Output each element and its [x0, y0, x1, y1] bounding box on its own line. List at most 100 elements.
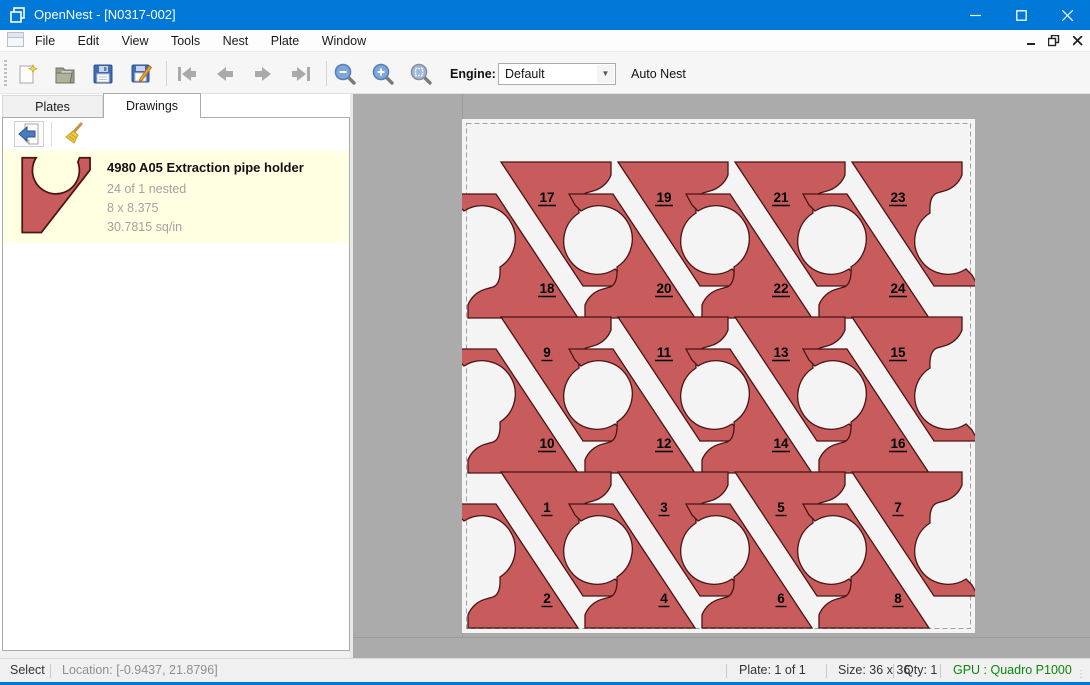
status-size: Size: 36 x 36 — [838, 663, 910, 677]
engine-label: Engine: — [450, 67, 496, 81]
status-qty: Qty: 1 — [904, 663, 937, 677]
part-number-label: 23 — [890, 190, 906, 205]
toolbar-separator — [326, 61, 327, 86]
part-number-label: 12 — [656, 436, 671, 451]
import-drawing-button[interactable] — [14, 121, 44, 147]
drawing-area: 30.7815 sq/in — [107, 220, 182, 234]
zoom-out-button[interactable] — [331, 61, 359, 87]
plate-view[interactable]: 171921231820222491113151012141613572468 — [462, 119, 975, 633]
menu-window[interactable]: Window — [313, 31, 375, 52]
toolbar-grip[interactable] — [4, 60, 7, 88]
part-number-label: 8 — [894, 591, 902, 606]
mdi-close-icon — [1073, 36, 1083, 46]
part-number-label: 6 — [777, 591, 785, 606]
new-file-button[interactable] — [13, 61, 41, 87]
panel-bottom-strip — [0, 651, 351, 658]
go-first-icon — [174, 63, 200, 85]
title-bar: OpenNest - [N0317-002] — [0, 0, 1090, 30]
last-plate-button[interactable] — [287, 61, 315, 87]
save-edit-button[interactable] — [127, 61, 155, 87]
menu-nest[interactable]: Nest — [214, 31, 258, 52]
status-separator — [50, 664, 51, 678]
tab-plates[interactable]: Plates — [2, 95, 103, 118]
resize-grip[interactable]: ⋮⋮ — [1076, 669, 1086, 679]
minimize-icon — [970, 10, 981, 21]
previous-plate-button[interactable] — [211, 61, 239, 87]
status-location: Location: [-0.9437, 21.8796] — [62, 663, 218, 677]
menu-tools[interactable]: Tools — [162, 31, 209, 52]
part-number-label: 9 — [543, 345, 551, 360]
mdi-restore-icon — [1048, 35, 1060, 47]
part-number-label: 16 — [890, 436, 906, 451]
open-file-button[interactable] — [51, 61, 79, 87]
zoom-in-icon — [371, 62, 395, 86]
go-next-icon — [250, 63, 276, 85]
mdi-close-button[interactable] — [1068, 33, 1088, 49]
menu-items: File Edit View Tools Nest Plate Window — [26, 30, 375, 51]
zoom-out-icon — [333, 62, 357, 86]
part-thumbnail — [13, 156, 101, 236]
menu-file[interactable]: File — [26, 31, 64, 52]
first-plate-button[interactable] — [173, 61, 201, 87]
go-previous-icon — [212, 63, 238, 85]
status-gpu: GPU : Quadro P1000 — [953, 663, 1072, 677]
app-icon — [10, 7, 26, 23]
menu-edit[interactable]: Edit — [69, 31, 109, 52]
status-separator — [940, 664, 941, 678]
main-toolbar: Engine: Default ▼ Auto Nest — [0, 51, 1090, 94]
status-separator — [726, 664, 727, 678]
zoom-fit-icon — [409, 62, 433, 86]
drawing-list-item[interactable]: 4980 A05 Extraction pipe holder 24 of 1 … — [3, 151, 349, 243]
drawing-title: 4980 A05 Extraction pipe holder — [107, 160, 304, 175]
close-icon — [1062, 10, 1073, 21]
close-button[interactable] — [1044, 0, 1090, 30]
part-number-label: 2 — [543, 591, 551, 606]
zoom-fit-button[interactable] — [407, 61, 435, 87]
engine-select[interactable]: Default ▼ — [498, 63, 616, 85]
go-last-icon — [288, 63, 314, 85]
canvas-guide-hline — [353, 637, 1090, 638]
status-separator — [893, 664, 894, 678]
menu-bar: File Edit View Tools Nest Plate Window — [0, 30, 1090, 51]
save-icon — [91, 62, 115, 86]
nest-canvas[interactable]: 171921231820222491113151012141613572468 — [353, 94, 1090, 658]
part-number-label: 11 — [657, 345, 672, 360]
auto-nest-button[interactable]: Auto Nest — [631, 67, 686, 81]
mdi-minimize-button[interactable] — [1022, 33, 1042, 49]
part-number-label: 10 — [539, 436, 554, 451]
part-number-label: 21 — [773, 190, 789, 205]
clean-button[interactable] — [59, 121, 89, 147]
new-file-icon — [15, 62, 39, 86]
status-bar: Select Location: [-0.9437, 21.8796] Plat… — [0, 658, 1090, 683]
status-plate: Plate: 1 of 1 — [739, 663, 806, 677]
drawing-size: 8 x 8.375 — [107, 201, 158, 215]
maximize-button[interactable] — [998, 0, 1044, 30]
broom-icon — [61, 122, 87, 146]
minimize-button[interactable] — [952, 0, 998, 30]
mdi-document-icon[interactable] — [7, 32, 24, 47]
zoom-in-button[interactable] — [369, 61, 397, 87]
drawings-panel: 4980 A05 Extraction pipe holder 24 of 1 … — [2, 117, 350, 651]
part-number-label: 5 — [777, 500, 785, 515]
menu-plate[interactable]: Plate — [262, 31, 309, 52]
part-number-label: 4 — [660, 591, 668, 606]
menu-view[interactable]: View — [113, 31, 158, 52]
mdi-restore-button[interactable] — [1044, 33, 1064, 49]
part-number-label: 3 — [660, 500, 668, 515]
part-number-label: 13 — [773, 345, 789, 360]
status-mode: Select — [10, 663, 45, 677]
part-number-label: 20 — [656, 281, 671, 296]
mdi-minimize-icon — [1027, 36, 1037, 46]
next-plate-button[interactable] — [249, 61, 277, 87]
tab-drawings[interactable]: Drawings — [103, 93, 201, 118]
maximize-icon — [1016, 10, 1027, 21]
part-number-label: 7 — [894, 500, 902, 515]
chevron-down-icon[interactable]: ▼ — [597, 65, 614, 83]
open-folder-icon — [53, 62, 77, 86]
save-button[interactable] — [89, 61, 117, 87]
part-number-label: 22 — [773, 281, 788, 296]
save-edit-icon — [129, 62, 153, 86]
part-number-label: 24 — [890, 281, 906, 296]
part-number-label: 1 — [543, 500, 551, 515]
window-title: OpenNest - [N0317-002] — [34, 7, 176, 22]
